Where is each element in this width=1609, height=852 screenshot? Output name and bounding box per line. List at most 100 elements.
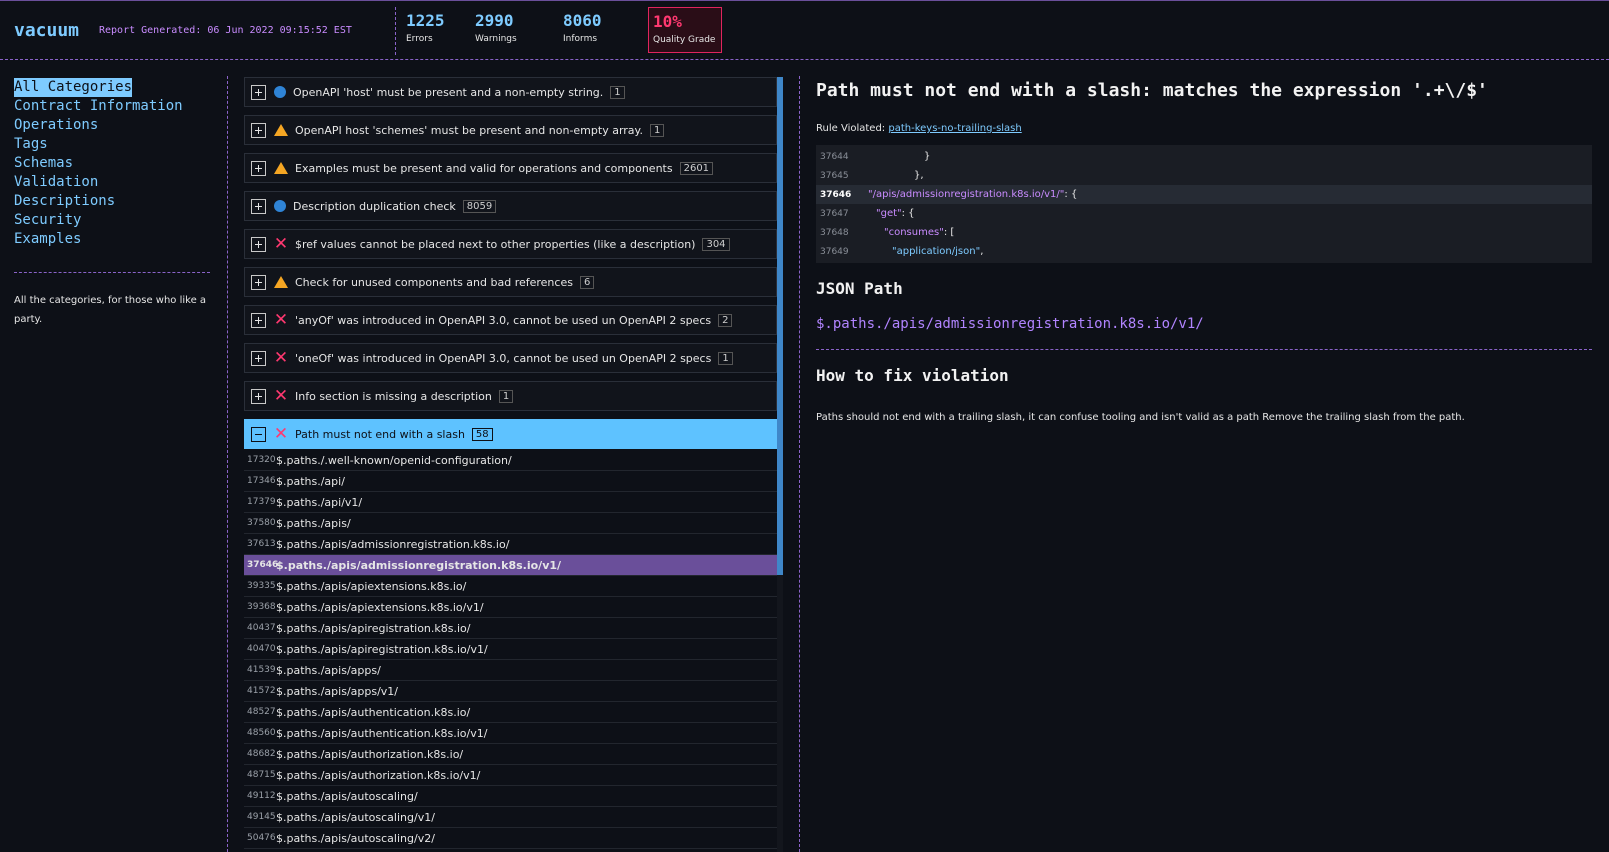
rule-row[interactable]: ✕ 'anyOf' was introduced in OpenAPI 3.0,… — [244, 305, 777, 335]
category-sidebar: All Categories Contract Information Oper… — [14, 76, 210, 329]
result-path: $.paths./apis/apiextensions.k8s.io/v1/ — [276, 600, 484, 614]
expand-icon[interactable] — [251, 160, 266, 176]
rule-row[interactable]: Examples must be present and valid for o… — [244, 153, 777, 183]
warning-icon — [274, 162, 288, 174]
rule-text: Path must not end with a slash — [295, 427, 465, 441]
app-logo: vacuum — [14, 20, 80, 41]
result-path: $.paths./api/ — [276, 474, 345, 488]
category-operations[interactable]: Operations — [14, 116, 210, 135]
result-row[interactable]: 50476 $.paths./apis/autoscaling/v2/ — [244, 828, 777, 849]
report-generated-text: Report Generated: 06 Jun 2022 09:15:52 E… — [99, 25, 352, 36]
category-contract-information[interactable]: Contract Information — [14, 97, 210, 116]
result-path: $.paths./apis/authentication.k8s.io/v1/ — [276, 726, 488, 740]
rule-row[interactable]: OpenAPI host 'schemes' must be present a… — [244, 115, 777, 145]
result-row[interactable]: 41539 $.paths./apis/apps/ — [244, 660, 777, 681]
code-key: "consumes" — [884, 227, 944, 238]
rules-scrollbar-track[interactable] — [777, 575, 783, 852]
result-row[interactable]: 37613 $.paths./apis/admissionregistration… — [244, 534, 777, 555]
result-row-selected[interactable]: 37646 $.paths./apis/admissionregistration… — [244, 555, 777, 576]
rule-text: 'anyOf' was introduced in OpenAPI 3.0, c… — [295, 313, 712, 327]
result-line: 39368 — [247, 602, 276, 612]
expand-icon[interactable] — [251, 350, 266, 366]
rule-row-expanded[interactable]: ✕ Path must not end with a slash 58 — [244, 419, 777, 449]
result-line: 49145 — [247, 812, 276, 822]
result-row[interactable]: 17346 $.paths./api/ — [244, 471, 777, 492]
info-icon — [274, 86, 286, 98]
informs-stat: 8060 Informs — [563, 7, 602, 53]
result-line: 50476 — [247, 833, 276, 843]
rule-row[interactable]: OpenAPI 'host' must be present and a non… — [244, 77, 777, 107]
result-line: 40470 — [247, 644, 276, 654]
code-string: "application/json" — [892, 246, 981, 257]
expand-icon[interactable] — [251, 198, 266, 214]
result-row[interactable]: 48715 $.paths./apis/authorization.k8s.io/… — [244, 765, 777, 786]
code-text: }, — [914, 170, 924, 181]
result-line: 37580 — [247, 518, 276, 528]
expand-icon[interactable] — [251, 84, 266, 100]
json-path-value: $.paths./apis/admissionregistration.k8s.… — [816, 316, 1204, 332]
category-examples[interactable]: Examples — [14, 230, 210, 249]
result-line: 41572 — [247, 686, 276, 696]
code-line-number: 37648 — [820, 227, 849, 238]
category-schemas[interactable]: Schemas — [14, 154, 210, 173]
result-row[interactable]: 17379 $.paths./api/v1/ — [244, 492, 777, 513]
sidebar-divider — [14, 272, 210, 273]
result-path: $.paths./apis/ — [276, 516, 351, 530]
result-row[interactable]: 37580 $.paths./apis/ — [244, 513, 777, 534]
error-icon: ✕ — [273, 386, 289, 406]
result-row[interactable]: 40437 $.paths./apis/apiregistration.k8s.i… — [244, 618, 777, 639]
result-line: 17346 — [247, 476, 276, 486]
result-row[interactable]: 48527 $.paths./apis/authentication.k8s.io… — [244, 702, 777, 723]
rule-count-badge: 8059 — [462, 199, 497, 213]
rule-count-badge: 304 — [702, 237, 730, 251]
code-punct: [ — [947, 227, 955, 238]
expand-icon[interactable] — [251, 274, 266, 290]
warnings-count: 2990 — [475, 11, 514, 30]
detail-divider — [816, 349, 1592, 350]
rule-count-badge: 1 — [610, 85, 625, 99]
category-validation[interactable]: Validation — [14, 173, 210, 192]
result-row[interactable]: 39335 $.paths./apis/apiextensions.k8s.io/ — [244, 576, 777, 597]
result-path: $.paths./apis/authorization.k8s.io/ — [276, 747, 464, 761]
rule-row[interactable]: ✕ $ref values cannot be placed next to o… — [244, 229, 777, 259]
result-row[interactable]: 17320 $.paths./.well-known/openid-configu… — [244, 450, 777, 471]
rule-text: Examples must be present and valid for o… — [295, 161, 673, 175]
warning-icon — [274, 124, 288, 136]
category-all[interactable]: All Categories — [14, 78, 133, 97]
warnings-label: Warnings — [475, 34, 517, 44]
rules-scrollbar-thumb[interactable] — [777, 77, 783, 575]
result-line: 48682 — [247, 749, 276, 759]
collapse-icon[interactable] — [251, 426, 266, 442]
rule-row[interactable]: ✕ Info section is missing a description … — [244, 381, 777, 411]
category-tags[interactable]: Tags — [14, 135, 210, 154]
rule-text: $ref values cannot be placed next to oth… — [295, 237, 696, 251]
result-path: $.paths./apis/apiregistration.k8s.io/v1/ — [276, 642, 488, 656]
rule-row[interactable]: Check for unused components and bad refe… — [244, 267, 777, 297]
expand-icon[interactable] — [251, 236, 266, 252]
result-row[interactable]: 48560 $.paths./apis/authentication.k8s.io… — [244, 723, 777, 744]
result-row[interactable]: 49112 $.paths./apis/autoscaling/ — [244, 786, 777, 807]
errors-label: Errors — [406, 34, 433, 44]
informs-label: Informs — [563, 34, 598, 44]
json-path-heading: JSON Path — [816, 279, 903, 298]
rule-row[interactable]: Description duplication check 8059 — [244, 191, 777, 221]
rule-violated-link[interactable]: path-keys-no-trailing-slash — [888, 123, 1021, 134]
result-row[interactable]: 39368 $.paths./apis/apiextensions.k8s.io/… — [244, 597, 777, 618]
result-row[interactable]: 41572 $.paths./apis/apps/v1/ — [244, 681, 777, 702]
result-row[interactable]: 40470 $.paths./apis/apiregistration.k8s.i… — [244, 639, 777, 660]
rule-row[interactable]: ✕ 'oneOf' was introduced in OpenAPI 3.0,… — [244, 343, 777, 373]
expand-icon[interactable] — [251, 388, 266, 404]
error-icon: ✕ — [273, 234, 289, 254]
category-security[interactable]: Security — [14, 211, 210, 230]
result-path: $.paths./apis/apiextensions.k8s.io/ — [276, 579, 467, 593]
violation-title: Path must not end with a slash: matches … — [816, 80, 1488, 101]
expand-icon[interactable] — [251, 122, 266, 138]
result-path: $.paths./api/v1/ — [276, 495, 363, 509]
code-snippet: 37644} 37645}, 37646 "/apis/admissionregi… — [816, 145, 1592, 263]
result-path: $.paths./apis/apps/v1/ — [276, 684, 399, 698]
category-descriptions[interactable]: Descriptions — [14, 192, 210, 211]
result-row[interactable]: 49145 $.paths./apis/autoscaling/v1/ — [244, 807, 777, 828]
expand-icon[interactable] — [251, 312, 266, 328]
result-row[interactable]: 48682 $.paths./apis/authorization.k8s.io/ — [244, 744, 777, 765]
code-punct: { — [1067, 189, 1078, 200]
